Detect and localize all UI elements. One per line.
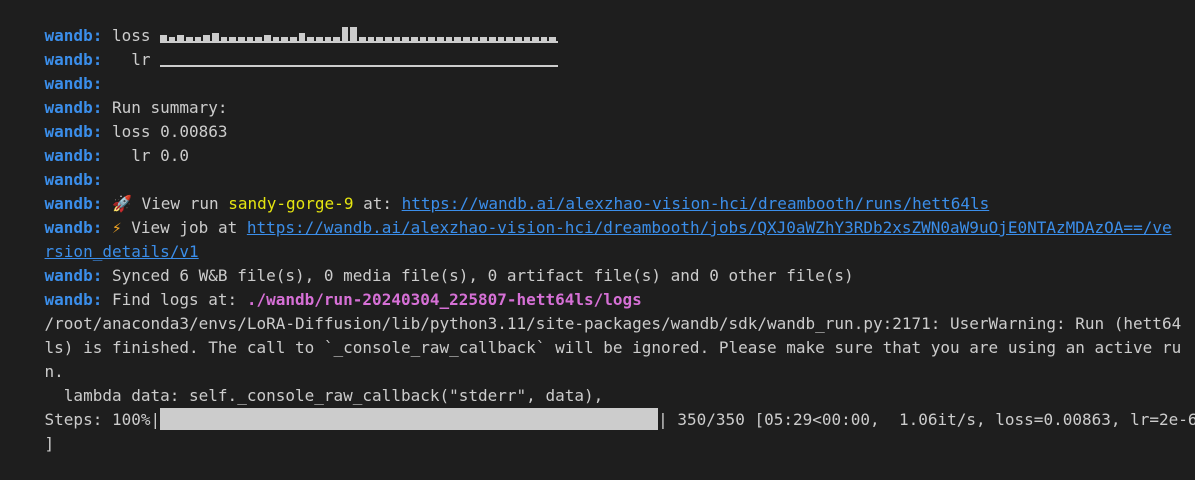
warning-line-2: ls) is finished. The call to `_console_r… — [6, 312, 1189, 357]
synced-line: wandb: Synced 6 W&B file(s), 0 media fil… — [6, 240, 1189, 285]
view-run-line: wandb: 🚀 View run sandy-gorge-9 at: http… — [6, 168, 1189, 213]
history-loss-line: wandb: loss — [6, 0, 1189, 45]
summary-lr-line: wandb: lr 0.0 — [6, 120, 1189, 165]
view-job-line-wrap: rsion_details/v1 — [6, 216, 1189, 261]
run-summary-header: wandb: Run summary: — [6, 72, 1189, 117]
summary-loss-line: wandb: loss 0.00863 — [6, 96, 1189, 141]
view-job-line: wandb: ⚡ View job at https://wandb.ai/al… — [6, 192, 1189, 237]
warning-line-1: /root/anaconda3/envs/LoRA-Diffusion/lib/… — [6, 288, 1189, 333]
progress-line: Steps: 100%| | 350/350 [05:29<00:00, 1.06… — [6, 384, 1195, 430]
progress-tail-line: ] — [6, 408, 1189, 453]
progress-tail: ] — [44, 434, 55, 453]
blank-line: wandb: — [6, 144, 1189, 189]
terminal-output[interactable]: wandb: loss wandb: lr wandb: wandb: Run … — [0, 0, 1195, 453]
find-logs-line: wandb: Find logs at: ./wandb/run-2024030… — [6, 264, 1189, 309]
warning-line-4: lambda data: self._console_raw_callback(… — [6, 360, 1189, 405]
blank-line: wandb: — [6, 48, 1189, 93]
warning-line-3: n. — [6, 336, 1189, 381]
history-lr-line: wandb: lr — [6, 24, 1189, 69]
